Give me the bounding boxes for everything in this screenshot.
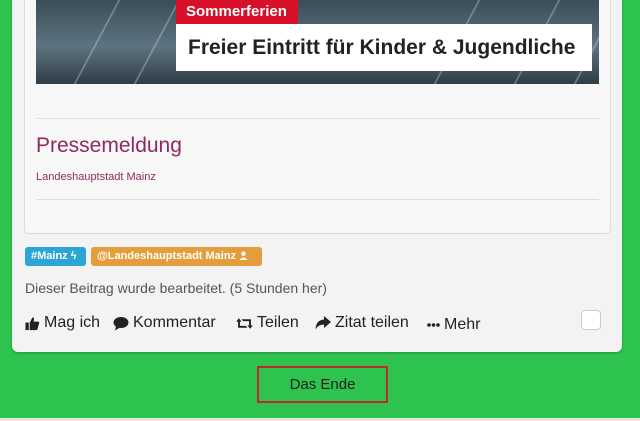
share-button[interactable]: Teilen bbox=[236, 312, 299, 334]
hashtag-badge[interactable]: #Mainz ϟ bbox=[25, 247, 86, 266]
forward-arrow-icon bbox=[315, 316, 331, 330]
tag-label: @Landeshauptstadt Mainz bbox=[97, 250, 237, 262]
like-label: Mag ich bbox=[44, 314, 101, 331]
divider bbox=[36, 199, 599, 200]
divider bbox=[36, 118, 599, 119]
quote-share-button[interactable]: Zitat teilen bbox=[315, 312, 409, 334]
more-button[interactable]: Mehr bbox=[427, 314, 480, 336]
comment-label: Kommentar bbox=[133, 314, 216, 331]
post-source[interactable]: Landeshauptstadt Mainz bbox=[36, 171, 156, 183]
banner-tag: Sommerferien bbox=[176, 0, 298, 24]
comment-button[interactable]: Kommentar bbox=[113, 312, 216, 334]
more-label: Mehr bbox=[444, 316, 481, 333]
user-icon bbox=[239, 251, 248, 260]
author-badge[interactable]: @Landeshauptstadt Mainz bbox=[91, 247, 262, 266]
like-button[interactable]: Mag ich bbox=[25, 312, 100, 334]
post-title[interactable]: Pressemeldung bbox=[36, 134, 182, 158]
pool-lane bbox=[133, 0, 181, 84]
quote-share-label: Zitat teilen bbox=[335, 314, 409, 331]
comment-icon bbox=[113, 316, 129, 330]
lightning-icon: ϟ bbox=[70, 250, 77, 262]
thumbs-up-icon bbox=[25, 316, 40, 330]
retweet-icon bbox=[236, 317, 253, 329]
banner-headline: Freier Eintritt für Kinder & Jugendliche bbox=[176, 24, 592, 71]
ellipsis-icon bbox=[427, 323, 440, 327]
tag-label: #Mainz bbox=[31, 250, 68, 262]
end-marker: Das Ende bbox=[257, 366, 388, 403]
share-label: Teilen bbox=[257, 314, 299, 331]
edited-notice: Dieser Beitrag wurde bearbeitet. (5 Stun… bbox=[25, 280, 327, 296]
pool-lane bbox=[73, 0, 121, 84]
select-checkbox[interactable] bbox=[581, 310, 601, 330]
